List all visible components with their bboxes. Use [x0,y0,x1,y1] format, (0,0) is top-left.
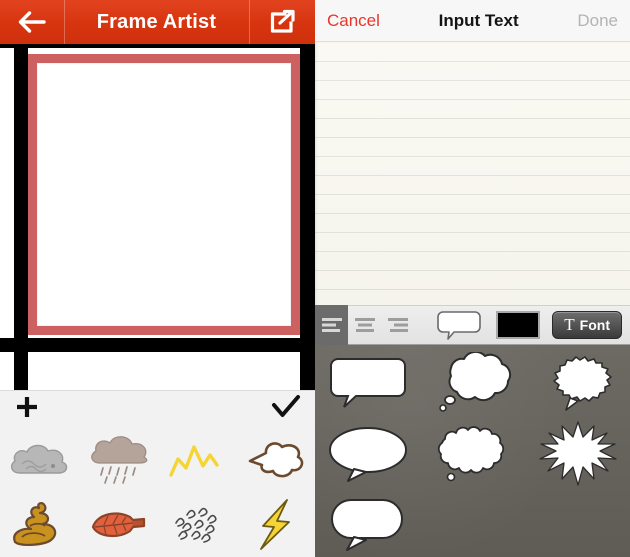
align-center-icon [354,318,375,332]
frame-canvas[interactable] [0,44,315,390]
bubble-scalloped [437,425,504,481]
align-right-icon [387,318,408,332]
bubble-ellipse [328,426,407,482]
bubble-starburst-option[interactable] [530,420,626,487]
photo-slot[interactable] [37,63,291,326]
sticker-sleet[interactable] [161,494,233,556]
bubble-spiky-oval [552,355,612,411]
align-left-button[interactable] [315,305,348,345]
font-button[interactable]: T Font [552,311,622,339]
align-right-button[interactable] [381,305,414,345]
arrow-left-icon [18,11,46,33]
bubble-thought [438,351,511,412]
confirm-stickers-button[interactable] [271,394,301,425]
sticker-grid [0,427,315,557]
bubble-rounded-rect-option[interactable] [320,350,416,416]
input-text-title: Input Text [438,10,519,30]
right-nav-bar: Cancel Input Text Done [315,0,630,42]
sticker-toolbar [0,391,315,427]
bubble-pill [330,498,403,551]
sticker-panel [0,390,315,557]
text-color-button[interactable] [496,311,541,339]
add-sticker-button[interactable] [14,394,40,425]
sticker-puff[interactable] [240,429,312,491]
sticker-lightning[interactable] [240,494,312,556]
leaf-sticker [92,512,146,537]
sleet-sticker [175,507,217,543]
swirl-sticker [13,501,57,546]
cancel-button[interactable]: Cancel [327,11,380,31]
grid-bar-right-lower [300,352,315,390]
done-button[interactable]: Done [577,11,618,31]
grid-bar-horizontal [0,338,315,352]
rain-cloud-sticker [91,435,148,484]
lightning-sticker [259,498,290,550]
cloud-sticker [11,444,68,474]
sticker-zigzag[interactable] [161,429,233,491]
bubble-rounded-rect [329,357,406,408]
app-root: Frame Artist Cancel Input Text Done T Fo… [0,0,630,557]
paper-left-shadow [315,43,318,305]
page-title: Frame Artist [96,10,217,33]
align-left-icon [321,318,342,332]
share-button[interactable] [249,0,315,44]
plus-icon [17,396,37,417]
share-icon [270,9,295,33]
text-format-toolbar: T Font [315,305,630,345]
left-nav-bar: Frame Artist [0,0,315,44]
bubble-starburst [538,420,617,486]
nav-divider-right [249,0,250,44]
sticker-rain-cloud[interactable] [82,429,154,491]
bubble-style-button[interactable] [436,311,482,340]
nav-divider-left [64,0,65,44]
check-icon [272,394,300,417]
sticker-leaf[interactable] [82,494,154,556]
text-editor-area[interactable] [315,43,630,305]
puff-sticker [248,441,303,477]
bubble-scalloped-option[interactable] [425,421,521,487]
bubble-pill-option[interactable] [320,492,416,557]
bubble-spiky-oval-option[interactable] [530,350,626,416]
frame-artist-panel: Frame Artist [0,0,315,557]
back-button[interactable] [0,0,64,44]
bubble-grid [315,345,630,557]
speech-bubble-icon [437,311,482,340]
zigzag-sticker [169,444,219,477]
canvas-top-bar [0,44,315,48]
photo-frame[interactable] [28,54,300,335]
bubble-thought-option[interactable] [425,350,521,416]
text-T-icon: T [564,315,575,334]
sticker-swirl[interactable] [3,494,75,556]
bubble-ellipse-option[interactable] [320,421,416,487]
sticker-cloud[interactable] [3,429,75,491]
align-center-button[interactable] [348,305,381,345]
input-text-panel: Cancel Input Text Done T Font [315,0,630,557]
text-input[interactable] [315,43,630,55]
grid-bar-left-lower [14,352,28,390]
font-button-label: Font [579,317,610,333]
bubble-picker-tray [315,345,630,557]
